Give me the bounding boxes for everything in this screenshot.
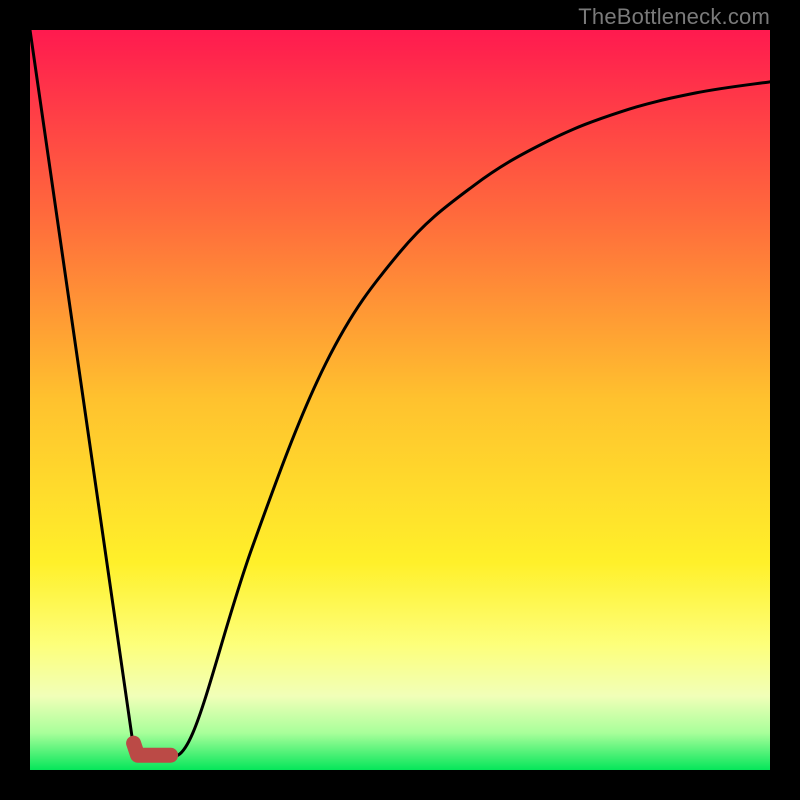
gradient-background <box>30 30 770 770</box>
plot-area <box>30 30 770 770</box>
watermark-text: TheBottleneck.com <box>578 4 770 30</box>
chart-frame: TheBottleneck.com <box>0 0 800 800</box>
